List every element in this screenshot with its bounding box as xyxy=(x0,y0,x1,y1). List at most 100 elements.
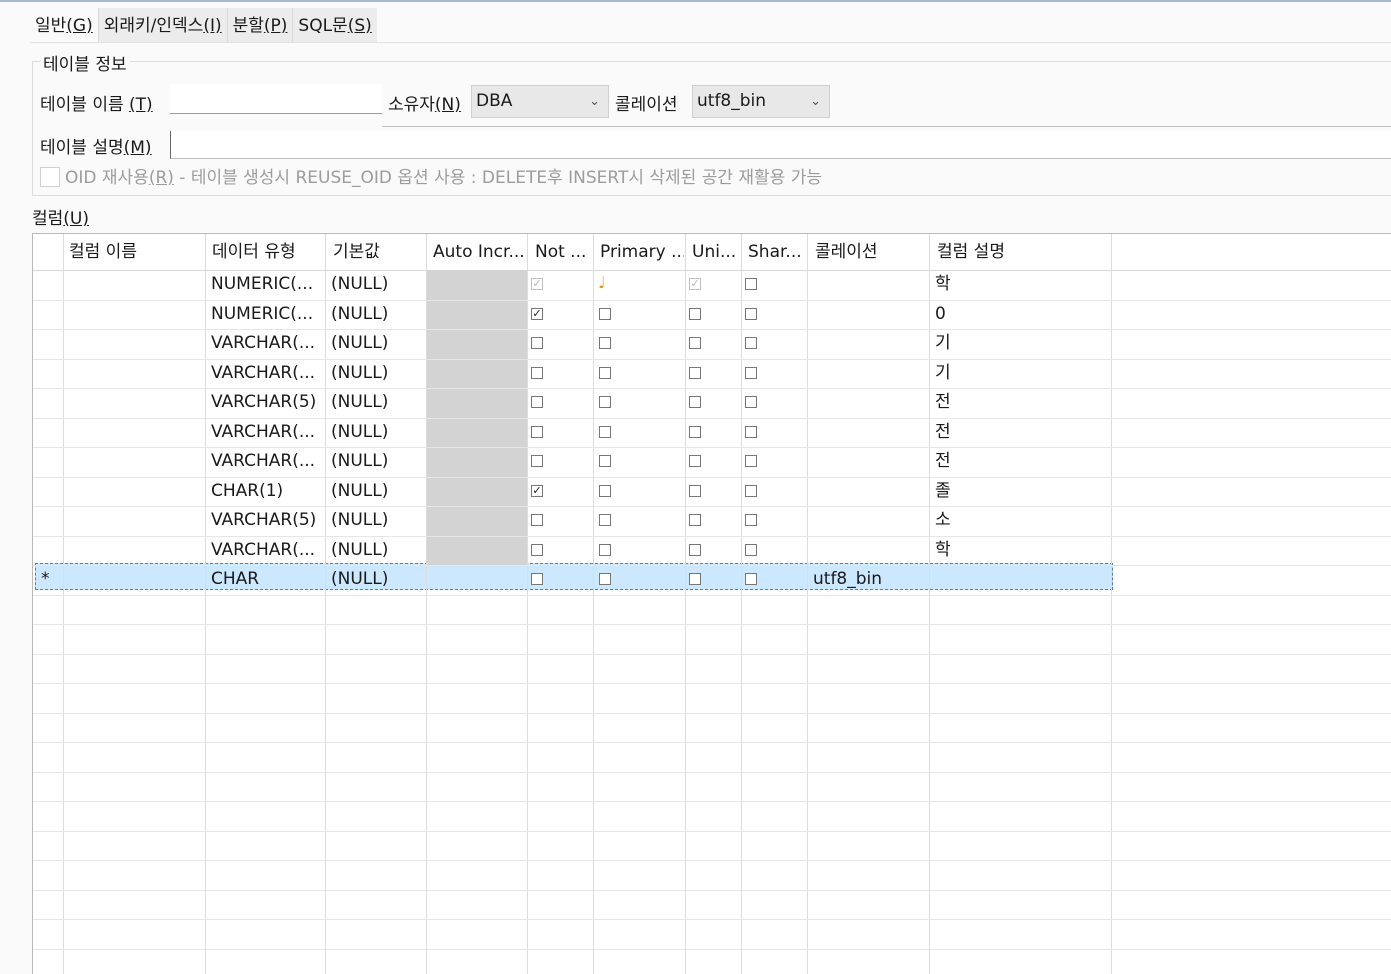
tab-general[interactable]: 일반(G) xyxy=(30,8,98,42)
cell-column-desc[interactable]: 전 xyxy=(929,418,1111,447)
cell-data-type[interactable]: VARCHAR(... xyxy=(205,536,325,565)
not-null-checkbox[interactable] xyxy=(531,455,543,467)
cell-default[interactable]: (NULL) xyxy=(325,418,426,447)
shared-checkbox[interactable] xyxy=(745,485,757,497)
not-null-checkbox[interactable] xyxy=(531,544,543,556)
table-row[interactable]: VARCHAR(5) (NULL) 소 xyxy=(33,506,1113,536)
cell-column-name[interactable] xyxy=(63,418,205,447)
cell-data-type[interactable]: VARCHAR(5) xyxy=(205,388,325,417)
cell-data-type[interactable]: NUMERIC(... xyxy=(205,300,325,329)
cell-collation[interactable] xyxy=(807,536,929,565)
cell-column-desc[interactable]: 학 xyxy=(929,536,1111,565)
cell-column-name[interactable] xyxy=(63,300,205,329)
primary-key-checkbox[interactable] xyxy=(599,485,611,497)
cell-column-desc[interactable]: 소 xyxy=(929,506,1111,535)
unique-checkbox[interactable] xyxy=(689,485,701,497)
unique-checkbox[interactable] xyxy=(689,396,701,408)
table-row[interactable]: VARCHAR(5) (NULL) 전 xyxy=(33,388,1113,418)
collation-select[interactable]: utf8_bin ⌄ xyxy=(692,85,830,118)
cell-collation[interactable] xyxy=(807,506,929,535)
new-table-row[interactable]: * CHAR (NULL) utf8_bin xyxy=(33,565,1113,594)
tab-partition[interactable]: 분할(P) xyxy=(226,8,293,42)
primary-key-checkbox[interactable] xyxy=(599,367,611,379)
header-not-null[interactable]: Not ... xyxy=(529,234,593,270)
primary-key-checkbox[interactable] xyxy=(599,544,611,556)
cell-data-type[interactable]: CHAR(1) xyxy=(205,477,325,506)
cell-column-name[interactable] xyxy=(63,477,205,506)
cell-collation[interactable] xyxy=(807,418,929,447)
cell-collation[interactable] xyxy=(807,359,929,388)
cell-default[interactable]: (NULL) xyxy=(325,536,426,565)
table-name-input[interactable] xyxy=(170,84,382,114)
primary-key-icon[interactable]: ♩ xyxy=(598,273,606,292)
header-collation[interactable]: 콜레이션 xyxy=(809,234,929,270)
unique-checkbox[interactable] xyxy=(689,544,701,556)
shared-checkbox[interactable] xyxy=(745,455,757,467)
cell-column-name[interactable] xyxy=(63,329,205,358)
unique-checkbox[interactable] xyxy=(689,573,701,585)
cell-data-type[interactable]: NUMERIC(... xyxy=(205,270,325,299)
cell-collation[interactable] xyxy=(807,477,929,506)
table-row[interactable]: VARCHAR(... (NULL) 학 xyxy=(33,536,1113,566)
cell-data-type[interactable]: VARCHAR(... xyxy=(205,418,325,447)
cell-default[interactable]: (NULL) xyxy=(325,359,426,388)
oid-reuse-checkbox[interactable]: OID 재사용(R) - 테이블 생성시 REUSE_OID 옵션 사용 : D… xyxy=(40,166,822,190)
unique-checkbox[interactable] xyxy=(689,367,701,379)
primary-key-checkbox[interactable] xyxy=(599,337,611,349)
cell-column-desc[interactable]: 기 xyxy=(929,359,1111,388)
table-row[interactable]: VARCHAR(... (NULL) 기 xyxy=(33,329,1113,359)
cell-default[interactable]: (NULL) xyxy=(325,565,426,594)
cell-collation[interactable]: utf8_bin xyxy=(807,565,929,594)
cell-data-type[interactable]: VARCHAR(... xyxy=(205,447,325,476)
primary-key-checkbox[interactable] xyxy=(599,396,611,408)
not-null-checkbox[interactable]: ✓ xyxy=(531,308,543,320)
unique-checkbox[interactable] xyxy=(689,426,701,438)
shared-checkbox[interactable] xyxy=(745,367,757,379)
cell-default[interactable]: (NULL) xyxy=(325,300,426,329)
cell-column-desc[interactable]: 0 xyxy=(929,300,1111,329)
table-row[interactable]: VARCHAR(... (NULL) 전 xyxy=(33,447,1113,477)
header-auto-increment[interactable]: Auto Incr... xyxy=(427,234,527,270)
cell-column-desc[interactable]: 전 xyxy=(929,447,1111,476)
cell-data-type[interactable]: CHAR xyxy=(205,565,325,594)
cell-column-desc[interactable]: 기 xyxy=(929,329,1111,358)
cell-collation[interactable] xyxy=(807,300,929,329)
shared-checkbox[interactable] xyxy=(745,426,757,438)
unique-checkbox[interactable] xyxy=(689,455,701,467)
cell-column-desc[interactable]: 전 xyxy=(929,388,1111,417)
table-row[interactable]: NUMERIC(... (NULL) ✓ ♩ ✓ 학 xyxy=(33,270,1113,300)
cell-column-name[interactable] xyxy=(63,359,205,388)
columns-grid[interactable]: 컬럼 이름 데이터 유형 기본값 Auto Incr... Not ... Pr… xyxy=(32,233,1391,974)
cell-collation[interactable] xyxy=(807,447,929,476)
table-desc-input[interactable] xyxy=(170,131,1391,159)
cell-default[interactable]: (NULL) xyxy=(325,477,426,506)
header-shared[interactable]: Shar... xyxy=(742,234,806,270)
unique-checkbox[interactable] xyxy=(689,337,701,349)
unique-checkbox[interactable] xyxy=(689,308,701,320)
cell-collation[interactable] xyxy=(807,388,929,417)
table-row[interactable]: NUMERIC(... (NULL) ✓ 0 xyxy=(33,300,1113,330)
primary-key-checkbox[interactable] xyxy=(599,573,611,585)
cell-column-desc[interactable]: 학 xyxy=(929,270,1111,299)
shared-checkbox[interactable] xyxy=(745,337,757,349)
tab-foreign-key-index[interactable]: 외래키/인덱스(I) xyxy=(97,8,227,42)
cell-default[interactable]: (NULL) xyxy=(325,270,426,299)
unique-checkbox[interactable] xyxy=(689,514,701,526)
not-null-checkbox[interactable] xyxy=(531,426,543,438)
table-row[interactable]: VARCHAR(... (NULL) 기 xyxy=(33,359,1113,389)
cell-default[interactable]: (NULL) xyxy=(325,388,426,417)
cell-column-name[interactable] xyxy=(63,388,205,417)
header-primary-key[interactable]: Primary ... xyxy=(594,234,684,270)
cell-collation[interactable] xyxy=(807,329,929,358)
cell-data-type[interactable]: VARCHAR(5) xyxy=(205,506,325,535)
shared-checkbox[interactable] xyxy=(745,544,757,556)
table-row[interactable]: VARCHAR(... (NULL) 전 xyxy=(33,418,1113,448)
cell-column-name[interactable] xyxy=(63,447,205,476)
header-column-desc[interactable]: 컬럼 설명 xyxy=(931,234,1113,270)
header-unique[interactable]: Uni... xyxy=(686,234,742,270)
tab-sql[interactable]: SQL문(S) xyxy=(292,8,377,42)
not-null-checkbox[interactable]: ✓ xyxy=(531,485,543,497)
shared-checkbox[interactable] xyxy=(745,278,757,290)
table-row[interactable]: CHAR(1) (NULL) ✓ 졸 xyxy=(33,477,1113,507)
cell-default[interactable]: (NULL) xyxy=(325,329,426,358)
